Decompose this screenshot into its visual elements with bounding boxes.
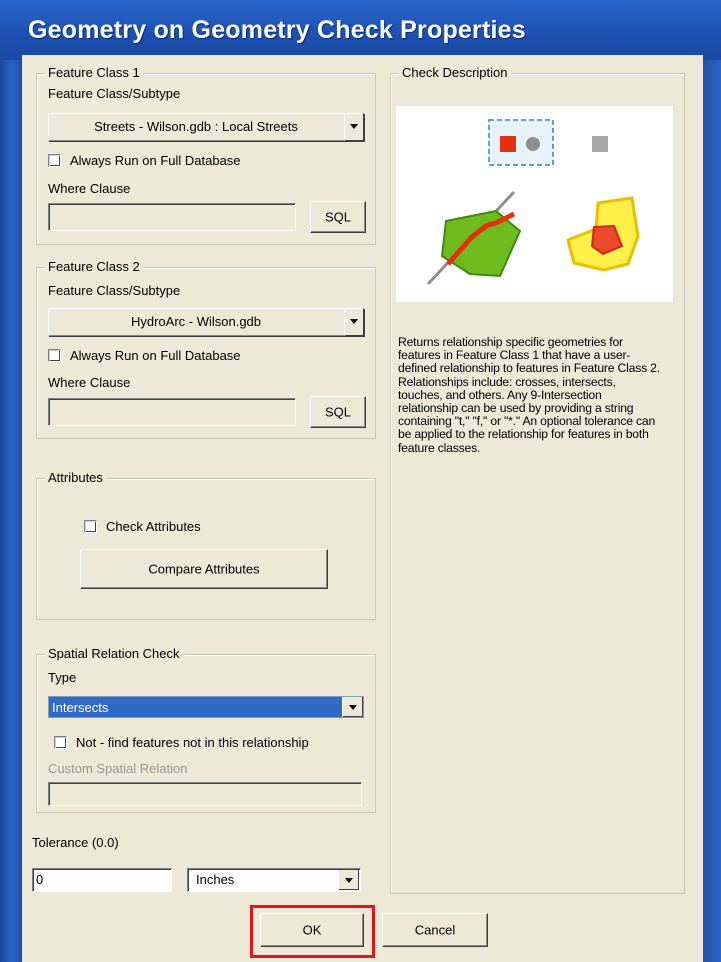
units-value: Inches: [196, 872, 235, 887]
fc1-sql-label: SQL: [324, 209, 351, 225]
compare-attributes-button[interactable]: Compare Attributes: [80, 549, 328, 589]
fc2-subtype-value: HydroArc - Wilson.gdb: [130, 314, 262, 329]
custom-spatial-field[interactable]: [48, 782, 362, 806]
gray-circle-icon: [526, 137, 540, 151]
chevron-down-icon[interactable]: [344, 308, 364, 336]
fc1-sql-button[interactable]: SQL: [310, 201, 366, 233]
dialog-title: Geometry on Geometry Check Properties: [28, 16, 526, 44]
ok-highlight-box: [250, 905, 375, 958]
red-square-icon: [500, 136, 516, 152]
fc1-subtype-dropdown[interactable]: Streets - Wilson.gdb : Local Streets: [48, 113, 364, 141]
fc2-sql-button[interactable]: SQL: [310, 396, 366, 428]
type-dropdown[interactable]: Intersects: [48, 696, 364, 718]
tolerance-value: 0: [36, 872, 44, 887]
feature-class-1-legend: Feature Class 1: [45, 65, 143, 80]
custom-spatial-label: Custom Spatial Relation: [48, 761, 188, 776]
fc1-where-field[interactable]: [48, 203, 296, 231]
check-description-text: Returns relationship specific geometries…: [398, 335, 660, 455]
title-bar: Geometry on Geometry Check Properties: [0, 0, 721, 60]
fc2-subtype-dropdown[interactable]: HydroArc - Wilson.gdb: [48, 308, 364, 336]
fc1-subtype-label: Feature Class/Subtype: [48, 86, 181, 101]
fc2-sql-label: SQL: [324, 404, 351, 420]
attributes-legend: Attributes: [45, 470, 106, 485]
chevron-down-icon[interactable]: [342, 697, 363, 717]
not-relationship-checkbox[interactable]: [54, 736, 67, 749]
chevron-down-icon[interactable]: [344, 113, 364, 141]
cancel-button[interactable]: Cancel: [382, 913, 488, 947]
fc2-where-label: Where Clause: [48, 375, 131, 390]
selection-box-icon: [488, 119, 554, 166]
fc1-always-run-checkbox[interactable]: [48, 154, 61, 167]
tolerance-input[interactable]: 0: [32, 868, 172, 892]
type-label: Type: [48, 670, 77, 685]
spatial-relation-legend: Spatial Relation Check: [45, 646, 183, 661]
fc1-where-label: Where Clause: [48, 181, 131, 196]
fc1-subtype-value: Streets - Wilson.gdb : Local Streets: [94, 119, 298, 134]
relationship-illustration: [396, 106, 673, 302]
fc2-always-run-checkbox[interactable]: [48, 349, 61, 362]
type-value: Intersects: [52, 700, 109, 715]
gray-square-icon: [592, 136, 608, 152]
cancel-label: Cancel: [414, 922, 456, 938]
check-description-legend: Check Description: [399, 65, 511, 80]
units-dropdown[interactable]: Inches: [187, 868, 361, 892]
fc2-always-run-label: Always Run on Full Database: [70, 348, 241, 363]
tolerance-label: Tolerance (0.0): [32, 835, 119, 850]
fc2-subtype-label: Feature Class/Subtype: [48, 283, 181, 298]
check-attributes-label: Check Attributes: [106, 519, 201, 534]
check-attributes-checkbox[interactable]: [84, 520, 97, 533]
dialog-body: Feature Class 1 Feature Class/Subtype St…: [22, 55, 703, 962]
compare-attributes-label: Compare Attributes: [148, 561, 260, 577]
feature-class-2-legend: Feature Class 2: [45, 259, 143, 274]
fc2-where-field[interactable]: [48, 398, 296, 426]
fc1-always-run-label: Always Run on Full Database: [70, 153, 241, 168]
chevron-down-icon[interactable]: [339, 870, 359, 890]
not-relationship-label: Not - find features not in this relation…: [76, 735, 309, 750]
